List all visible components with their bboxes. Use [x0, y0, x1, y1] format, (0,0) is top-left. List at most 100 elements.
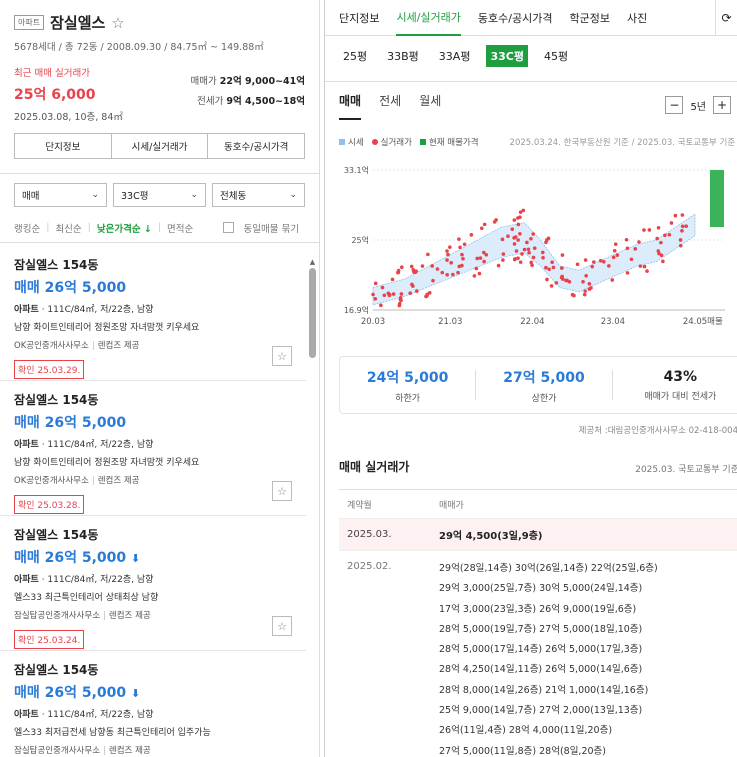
star-icon[interactable]: ☆: [272, 481, 292, 501]
actual-trade-point: [590, 264, 595, 269]
actual-trade-point: [474, 266, 479, 271]
actual-trade-point: [477, 271, 482, 276]
list-item[interactable]: 잠실엘스 154동 매매 26억 5,000 아파트 · 111C/84㎡, 저…: [0, 381, 306, 516]
size-select[interactable]: 33C평 ⌄: [113, 183, 206, 207]
chart-legend: 시세 실거래가 현재 매물가격 2025.03.24. 한국부동산원 기준 / …: [339, 136, 737, 148]
scrollbar-thumb[interactable]: [309, 268, 316, 358]
same-listing-checkbox[interactable]: [222, 222, 234, 233]
actual-trade-point: [373, 281, 378, 286]
size-tab-33b[interactable]: 33B평: [383, 45, 423, 67]
x-tick-label: 22.04: [520, 317, 544, 327]
actual-trade-point: [589, 286, 593, 290]
trade-table-header: 계약월 매매가: [339, 489, 737, 519]
scroll-up-icon[interactable]: ▲: [308, 258, 317, 266]
tab-monthly[interactable]: 월세: [419, 92, 441, 120]
trade-entry: 25억 9,000(14일,7층) 27억 2,000(13일,13층): [439, 705, 643, 717]
trade-entry: 28억 4,250(14일,11층) 26억 5,000(14일,6층): [439, 664, 643, 676]
tab-unit-price[interactable]: 동호수/공시가격: [478, 0, 553, 36]
listing-spec: 아파트 · 111C/84㎡, 저/22층, 남향: [14, 575, 154, 585]
actual-trade-point: [554, 281, 559, 285]
legend-current-swatch: [419, 139, 426, 145]
x-tick-label: 23.04: [601, 317, 625, 327]
trade-entry: 17억 3,000(23일,3층) 26억 9,000(19일,6층): [439, 603, 637, 615]
actual-trade-point: [637, 240, 641, 244]
actual-trade-point: [516, 238, 520, 242]
actual-trade-point: [482, 259, 486, 264]
size-tab-25[interactable]: 25평: [339, 45, 371, 67]
complex-info-button[interactable]: 단지정보: [15, 134, 112, 158]
size-tab-33a[interactable]: 33A평: [435, 45, 475, 67]
actual-trade-point: [446, 252, 450, 257]
market-price-button[interactable]: 시세/실거래가: [112, 134, 209, 158]
trade-entry: 28억 8,000(14일,26층) 21억 1,000(14일,16층): [439, 684, 649, 696]
actual-trade-point: [514, 249, 519, 253]
size-tab-45[interactable]: 45평: [540, 45, 572, 67]
actual-trade-point: [602, 259, 606, 264]
list-item[interactable]: 잠실엘스 154동 매매 26억 5,000 ⬇ 아파트 · 111C/84㎡,…: [0, 651, 306, 757]
price-down-icon: ⬇: [131, 552, 141, 565]
actual-trade-point: [520, 252, 524, 256]
refresh-icon[interactable]: ⟳: [715, 0, 737, 36]
sort-latest[interactable]: 최신순: [55, 221, 81, 235]
listing-desc: 남향 화이트인테리어 정원조망 자녀맘껏 키우세요: [14, 323, 200, 333]
listing-agent: 잠실탑공인중개사사무소 | 렌컴즈 제공: [14, 746, 151, 756]
legend-actual-swatch: [371, 139, 378, 145]
sort-area[interactable]: 면적순: [167, 221, 193, 235]
chart-source: 2025.03.24. 한국부동산원 기준 / 2025.03. 국토교통부 기…: [509, 138, 736, 148]
actual-trade-point: [584, 273, 588, 278]
tab-jeonse[interactable]: 전세: [379, 92, 401, 120]
recent-price-date: 2025.03.08, 10층, 84㎡: [14, 112, 123, 123]
actual-trade-point: [531, 255, 536, 260]
listing-scrollbar[interactable]: ▲: [308, 258, 317, 757]
tab-photos[interactable]: 사진: [627, 0, 647, 36]
actual-trade-point: [513, 257, 517, 261]
actual-trade-point: [684, 224, 689, 229]
actual-trade-point: [526, 247, 531, 252]
x-tick-label: 21.03: [438, 317, 462, 327]
sort-low-price[interactable]: 낮은가격순 ↓: [97, 221, 152, 235]
listing-panel: 아파트 잠실엘스 ☆ 5678세대 / 총 72동 / 2008.09.30 /…: [0, 0, 320, 757]
sort-ranking[interactable]: 랭킹순: [14, 221, 40, 235]
price-chart[interactable]: 33.1억 25억 16.9억 20.03 21.03 22.04 23.04 24.05 매물: [339, 158, 737, 338]
listing-title: 잠실엘스 154동: [14, 393, 99, 407]
actual-trade-point: [667, 232, 672, 237]
actual-trade-point: [510, 227, 515, 231]
same-listing-label: 동일매물 묶기: [243, 223, 299, 235]
actual-trade-point: [615, 253, 620, 257]
period-minus-button[interactable]: −: [665, 96, 684, 114]
actual-trade-point: [426, 252, 430, 257]
deal-type-select[interactable]: 매매 ⌄: [14, 183, 107, 207]
actual-trade-point: [611, 255, 616, 260]
actual-trade-point: [680, 224, 685, 229]
listing-price: 매매 26억 5,000: [14, 415, 127, 431]
size-tab-33c[interactable]: 33C평: [486, 45, 528, 67]
legend-market-swatch: [339, 139, 345, 145]
tab-school[interactable]: 학군정보: [569, 0, 609, 36]
listing-desc: 엘스33 최저급전세 남향동 최근특인테리어 입주가능: [14, 728, 211, 738]
star-icon[interactable]: ☆: [272, 616, 292, 636]
tab-sale[interactable]: 매매: [339, 92, 362, 120]
actual-trade-point: [525, 240, 529, 245]
favorite-star-icon[interactable]: ☆: [111, 14, 124, 32]
trade-history: 매매 실거래가 2025.03. 국토교통부 기준 계약월 매매가 2025.0…: [339, 458, 737, 757]
data-provider: 제공처 :대림공인중개사사무소 02-418-004: [578, 426, 737, 436]
actual-trade-point: [371, 292, 375, 297]
listing-spec: 아파트 · 111C/84㎡, 저/22층, 남향: [14, 305, 154, 315]
actual-trade-point: [659, 240, 663, 245]
star-icon[interactable]: ☆: [272, 346, 292, 366]
period-plus-button[interactable]: +: [713, 96, 731, 114]
x-tick-label: 매물: [707, 317, 723, 327]
actual-trade-point: [527, 250, 531, 255]
tab-market-price[interactable]: 시세/실거래가: [396, 0, 461, 36]
list-item[interactable]: 잠실엘스 154동 매매 26억 5,000 아파트 · 111C/84㎡, 저…: [0, 246, 306, 381]
tab-complex-info[interactable]: 단지정보: [339, 0, 379, 36]
actual-trade-point: [413, 270, 418, 274]
actual-trade-point: [629, 257, 634, 262]
actual-trade-point: [461, 256, 465, 261]
list-item[interactable]: 잠실엘스 154동 매매 26억 5,000 ⬇ 아파트 · 111C/84㎡,…: [0, 516, 306, 651]
building-select[interactable]: 전체동 ⌄: [212, 183, 305, 207]
unit-price-button[interactable]: 동호수/공시가격: [208, 134, 304, 158]
actual-trade-point: [460, 263, 464, 268]
actual-trade-point: [445, 258, 449, 262]
price-down-icon: ⬇: [131, 687, 141, 700]
